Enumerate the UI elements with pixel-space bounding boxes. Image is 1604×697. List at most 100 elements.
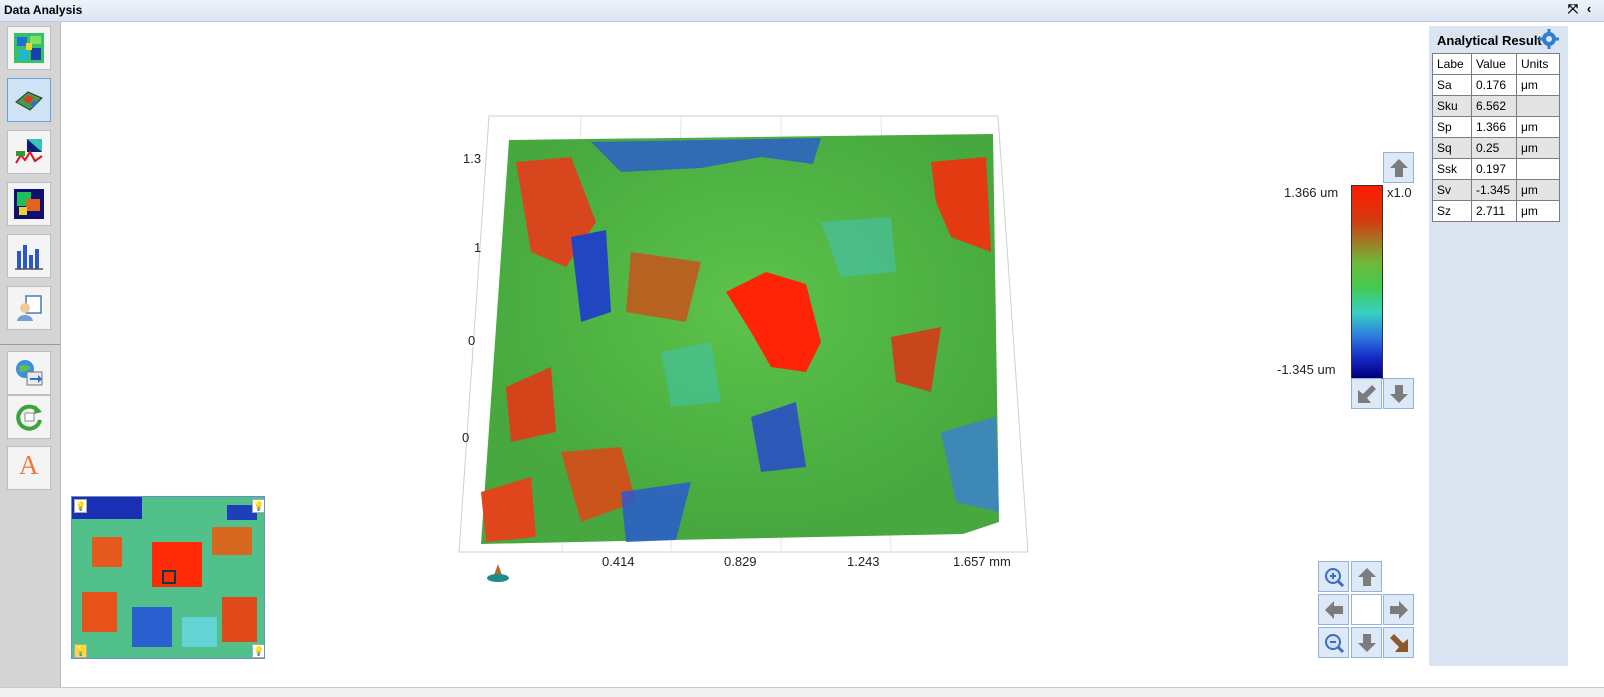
refresh-icon <box>16 404 42 431</box>
height-map-2d-icon <box>14 33 44 63</box>
column-header[interactable]: Units <box>1516 53 1560 75</box>
x-tick-label: 1.657 mm <box>953 554 1011 569</box>
colorbar-max-label: 1.366 um <box>1284 185 1339 200</box>
zoom-out-icon <box>1325 634 1345 654</box>
parameter-label: Sp <box>1432 116 1472 138</box>
y-tick-label: 0 <box>462 430 470 445</box>
title-bar: Data Analysis ⤧ ‹ <box>0 0 1604 22</box>
zoom-in-button[interactable] <box>1318 561 1349 592</box>
histogram-icon <box>15 245 43 270</box>
parameter-value: 2.711 <box>1471 200 1517 222</box>
surface-3d-plot[interactable] <box>61 22 1425 687</box>
text-annotation-button[interactable]: A <box>7 446 51 490</box>
y-tick-label: 0 <box>468 333 476 348</box>
surface-texture-button[interactable] <box>7 182 51 226</box>
arrow-up-icon <box>1358 568 1376 586</box>
parameter-label: Sa <box>1432 74 1472 96</box>
table-row[interactable]: Sq 0.25 μm <box>1432 137 1560 159</box>
arrow-right-icon <box>1390 601 1408 619</box>
export-data-button[interactable] <box>7 351 51 395</box>
table-row[interactable]: Sz 2.711 μm <box>1432 200 1560 222</box>
tilt-handle-icon[interactable] <box>494 564 502 575</box>
pan-up-button[interactable] <box>1351 561 1382 592</box>
parameter-value: -1.345 <box>1471 179 1517 201</box>
arrow-up-icon <box>1390 159 1408 177</box>
results-header-row: Labe Value Units <box>1432 53 1560 75</box>
table-row[interactable]: Sku 6.562 <box>1432 95 1560 117</box>
user-report-icon <box>17 295 42 321</box>
reset-view-button[interactable] <box>1383 627 1414 658</box>
parameter-label: Sq <box>1432 137 1472 159</box>
analytical-results-panel: Analytical Result Labe Value Units Sa 0.1… <box>1429 26 1568 666</box>
table-row[interactable]: Sp 1.366 μm <box>1432 116 1560 138</box>
parameter-unit <box>1516 95 1560 117</box>
y-tick-label: 1 <box>474 240 482 255</box>
x-tick-label: 0.829 <box>724 554 757 569</box>
height-map-2d-button[interactable] <box>7 26 51 70</box>
toolbar-separator <box>0 344 60 345</box>
results-table: Labe Value Units Sa 0.176 μm Sku 6.562 Sp 1.… <box>1432 53 1560 222</box>
parameter-label: Sz <box>1432 200 1472 222</box>
colorbar-scale-up-button[interactable] <box>1383 152 1414 183</box>
surface-3d-view-button[interactable] <box>7 78 51 122</box>
pan-left-button[interactable] <box>1318 594 1349 625</box>
surface-texture-icon <box>14 189 44 219</box>
parameter-unit: μm <box>1516 200 1560 222</box>
parameter-value: 0.197 <box>1471 158 1517 180</box>
colorbar-min-label: -1.345 um <box>1277 362 1336 377</box>
rotate-handle-icon[interactable] <box>487 574 509 582</box>
pan-down-button[interactable] <box>1351 627 1382 658</box>
colorbar-scale-label: x1.0 <box>1387 185 1412 200</box>
arrow-down-icon <box>1358 634 1376 652</box>
user-report-button[interactable] <box>7 286 51 330</box>
pan-right-button[interactable] <box>1383 594 1414 625</box>
lightbulb-icon[interactable]: 💡 <box>74 644 87 658</box>
refresh-button[interactable] <box>7 395 51 439</box>
parameter-unit: μm <box>1516 179 1560 201</box>
arrow-diagonal-icon <box>1358 385 1376 403</box>
parameter-label: Sku <box>1432 95 1472 117</box>
gear-icon[interactable] <box>1539 29 1559 49</box>
profile-extraction-icon <box>15 139 43 164</box>
window-title: Data Analysis <box>4 3 83 17</box>
parameter-unit: μm <box>1516 137 1560 159</box>
parameter-value: 0.176 <box>1471 74 1517 96</box>
reset-arrow-icon <box>1390 634 1408 652</box>
lightbulb-icon[interactable]: 💡 <box>74 499 87 513</box>
table-row[interactable]: Sa 0.176 μm <box>1432 74 1560 96</box>
analysis-viewport[interactable]: 1.3 1 0 0 0.414 0.829 1.243 1.657 mm <box>61 22 1425 687</box>
histogram-button[interactable] <box>7 234 51 278</box>
arrow-down-icon <box>1390 385 1408 403</box>
pan-center-button[interactable] <box>1351 594 1382 625</box>
y-tick-label: 1.3 <box>463 151 482 166</box>
parameter-unit: μm <box>1516 116 1560 138</box>
height-colorbar[interactable] <box>1351 185 1383 379</box>
lightbulb-icon[interactable]: 💡 <box>252 499 264 513</box>
x-tick-label: 0.414 <box>602 554 635 569</box>
zoom-out-button[interactable] <box>1318 627 1349 658</box>
tool-sidebar: A <box>0 22 61 687</box>
parameter-unit: μm <box>1516 74 1560 96</box>
collapse-icon[interactable]: ‹ <box>1582 2 1596 16</box>
minimap-height-map <box>72 497 264 658</box>
parameter-label: Ssk <box>1432 158 1472 180</box>
lightbulb-icon[interactable]: 💡 <box>252 644 264 658</box>
arrow-left-icon <box>1325 601 1343 619</box>
parameter-value: 6.562 <box>1471 95 1517 117</box>
table-row[interactable]: Ssk 0.197 <box>1432 158 1560 180</box>
colorbar-auto-scale-button[interactable] <box>1351 378 1382 409</box>
parameter-value: 0.25 <box>1471 137 1517 159</box>
profile-extraction-button[interactable] <box>7 130 51 174</box>
zoom-in-icon <box>1325 568 1345 588</box>
column-header[interactable]: Labe <box>1432 53 1472 75</box>
parameter-unit <box>1516 158 1560 180</box>
maximize-icon[interactable]: ⤧ <box>1566 2 1580 16</box>
overview-minimap[interactable]: 💡 💡 💡 💡 <box>71 496 265 659</box>
colorbar-scale-down-button[interactable] <box>1383 378 1414 409</box>
column-header[interactable]: Value <box>1471 53 1517 75</box>
parameter-label: Sv <box>1432 179 1472 201</box>
results-title: Analytical Result <box>1437 33 1542 48</box>
table-row[interactable]: Sv -1.345 μm <box>1432 179 1560 201</box>
text-annotation-icon: A <box>19 450 39 480</box>
parameter-value: 1.366 <box>1471 116 1517 138</box>
